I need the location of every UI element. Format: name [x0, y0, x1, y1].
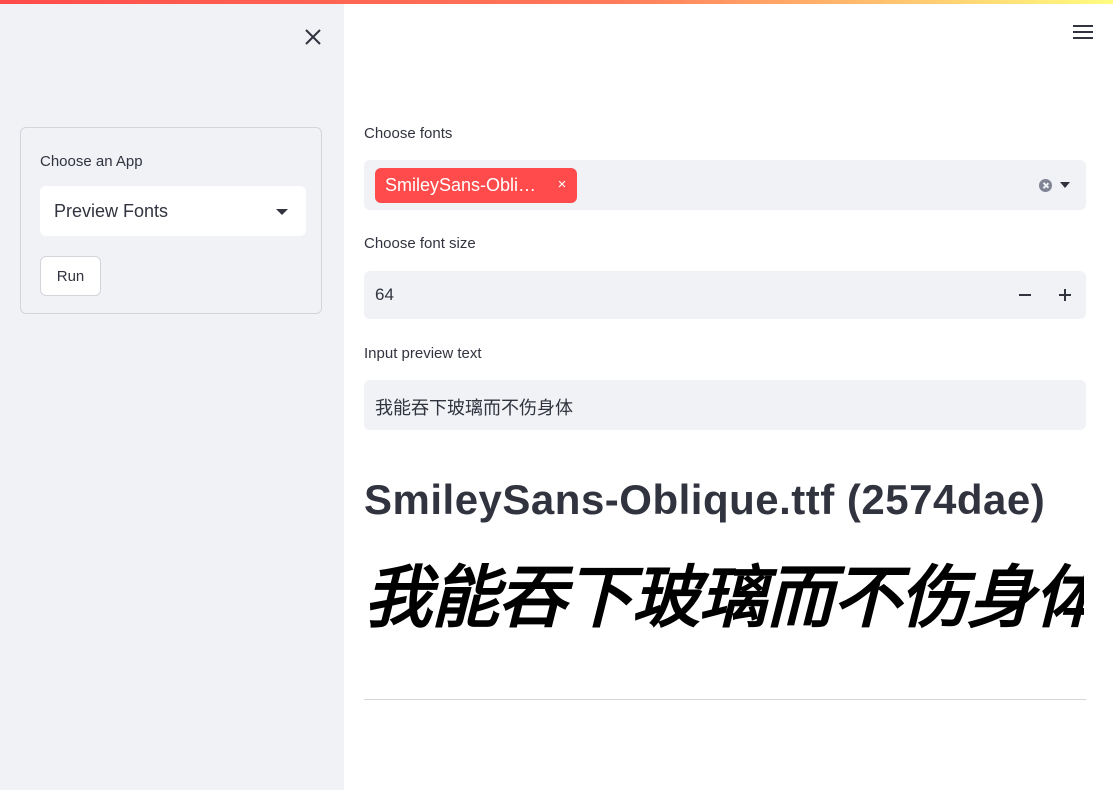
- app-select[interactable]: Preview Fonts: [40, 186, 306, 236]
- app-select-value: Preview Fonts: [54, 200, 169, 221]
- font-chip[interactable]: SmileySans-Obli… ×: [375, 168, 577, 203]
- minus-icon: [1019, 293, 1031, 297]
- chevron-down-icon: [276, 209, 288, 215]
- font-chip-label: SmileySans-Obli…: [385, 175, 537, 195]
- preview-title: SmileySans-Oblique.ttf (2574dae): [364, 476, 1046, 523]
- font-size-input[interactable]: 64: [364, 271, 1086, 319]
- plus-icon-vertical: [1063, 289, 1067, 301]
- preview-text-value: 我能吞下玻璃而不伤身体: [375, 398, 573, 419]
- run-button[interactable]: Run: [40, 256, 101, 296]
- preview-text-input[interactable]: 我能吞下玻璃而不伤身体: [364, 380, 1086, 430]
- fonts-multiselect[interactable]: SmileySans-Obli… ×: [364, 160, 1086, 210]
- chevron-down-icon[interactable]: [1060, 182, 1070, 188]
- preview-sample: 我能吞下玻璃而不伤身体: [364, 559, 1084, 638]
- preview-text-label: Input preview text: [364, 345, 482, 362]
- increment-button[interactable]: [1045, 271, 1085, 319]
- sidebar-form: Choose an App Preview Fonts Run: [20, 127, 322, 314]
- sidebar: Choose an App Preview Fonts Run: [0, 4, 344, 790]
- choose-fonts-label: Choose fonts: [364, 125, 453, 142]
- close-icon: [305, 29, 321, 45]
- chip-remove-icon[interactable]: ×: [556, 177, 568, 193]
- hamburger-menu-icon[interactable]: [1072, 23, 1094, 41]
- close-sidebar-button[interactable]: [302, 26, 324, 48]
- clear-all-icon[interactable]: [1039, 179, 1052, 192]
- font-size-value: 64: [375, 285, 394, 304]
- choose-app-label: Choose an App: [40, 153, 143, 170]
- decrement-button[interactable]: [1005, 271, 1045, 319]
- font-size-label: Choose font size: [364, 235, 476, 252]
- divider: [364, 699, 1086, 700]
